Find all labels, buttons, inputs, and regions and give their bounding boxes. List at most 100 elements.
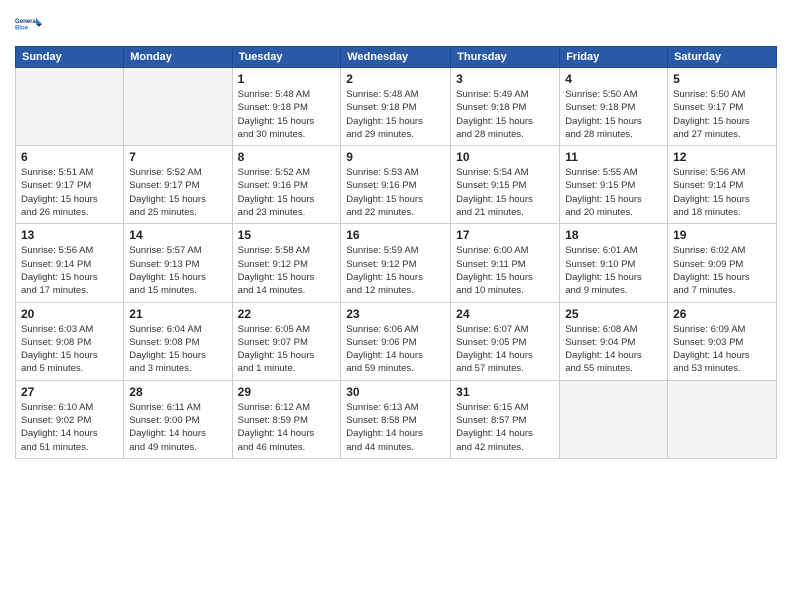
calendar-day-cell <box>560 380 668 458</box>
calendar-day-cell: 4 Sunrise: 5:50 AM Sunset: 9:18 PM Daylig… <box>560 68 668 146</box>
logo-icon: GeneralBlue <box>15 10 43 38</box>
day-number: 28 <box>129 385 226 399</box>
day-number: 25 <box>565 307 662 321</box>
day-info: Sunrise: 6:11 AM Sunset: 9:00 PM Dayligh… <box>129 401 226 454</box>
day-number: 19 <box>673 228 771 242</box>
day-number: 10 <box>456 150 554 164</box>
day-number: 13 <box>21 228 118 242</box>
calendar-day-cell: 29 Sunrise: 6:12 AM Sunset: 8:59 PM Dayli… <box>232 380 341 458</box>
weekday-header: Wednesday <box>341 47 451 68</box>
day-info: Sunrise: 6:03 AM Sunset: 9:08 PM Dayligh… <box>21 323 118 376</box>
weekday-header: Sunday <box>16 47 124 68</box>
calendar-day-cell: 21 Sunrise: 6:04 AM Sunset: 9:08 PM Dayli… <box>124 302 232 380</box>
calendar-day-cell: 11 Sunrise: 5:55 AM Sunset: 9:15 PM Dayli… <box>560 146 668 224</box>
calendar-day-cell: 12Sunrise: 5:56 AM Sunset: 9:14 PM Dayli… <box>668 146 777 224</box>
day-info: Sunrise: 5:48 AM Sunset: 9:18 PM Dayligh… <box>346 88 445 141</box>
calendar-week-row: 27Sunrise: 6:10 AM Sunset: 9:02 PM Dayli… <box>16 380 777 458</box>
day-info: Sunrise: 5:50 AM Sunset: 9:18 PM Dayligh… <box>565 88 662 141</box>
day-info: Sunrise: 6:00 AM Sunset: 9:11 PM Dayligh… <box>456 244 554 297</box>
calendar-day-cell: 10 Sunrise: 5:54 AM Sunset: 9:15 PM Dayli… <box>451 146 560 224</box>
day-info: Sunrise: 6:04 AM Sunset: 9:08 PM Dayligh… <box>129 323 226 376</box>
calendar-day-cell: 15 Sunrise: 5:58 AM Sunset: 9:12 PM Dayli… <box>232 224 341 302</box>
header: GeneralBlue <box>15 10 777 38</box>
calendar-day-cell: 9 Sunrise: 5:53 AM Sunset: 9:16 PM Daylig… <box>341 146 451 224</box>
day-info: Sunrise: 5:58 AM Sunset: 9:12 PM Dayligh… <box>238 244 336 297</box>
calendar-table: SundayMondayTuesdayWednesdayThursdayFrid… <box>15 46 777 459</box>
day-info: Sunrise: 5:50 AM Sunset: 9:17 PM Dayligh… <box>673 88 771 141</box>
weekday-header: Monday <box>124 47 232 68</box>
calendar-day-cell: 26Sunrise: 6:09 AM Sunset: 9:03 PM Dayli… <box>668 302 777 380</box>
day-info: Sunrise: 6:01 AM Sunset: 9:10 PM Dayligh… <box>565 244 662 297</box>
day-info: Sunrise: 6:05 AM Sunset: 9:07 PM Dayligh… <box>238 323 336 376</box>
calendar-container: GeneralBlue SundayMondayTuesdayWednesday… <box>0 0 792 612</box>
day-number: 15 <box>238 228 336 242</box>
day-number: 22 <box>238 307 336 321</box>
day-info: Sunrise: 6:13 AM Sunset: 8:58 PM Dayligh… <box>346 401 445 454</box>
day-number: 1 <box>238 72 336 86</box>
svg-text:Blue: Blue <box>15 26 29 32</box>
calendar-day-cell: 1 Sunrise: 5:48 AM Sunset: 9:18 PM Daylig… <box>232 68 341 146</box>
day-number: 21 <box>129 307 226 321</box>
calendar-day-cell: 27Sunrise: 6:10 AM Sunset: 9:02 PM Dayli… <box>16 380 124 458</box>
calendar-day-cell: 20Sunrise: 6:03 AM Sunset: 9:08 PM Dayli… <box>16 302 124 380</box>
calendar-week-row: 20Sunrise: 6:03 AM Sunset: 9:08 PM Dayli… <box>16 302 777 380</box>
calendar-week-row: 1 Sunrise: 5:48 AM Sunset: 9:18 PM Daylig… <box>16 68 777 146</box>
day-number: 2 <box>346 72 445 86</box>
day-number: 9 <box>346 150 445 164</box>
calendar-day-cell: 30 Sunrise: 6:13 AM Sunset: 8:58 PM Dayli… <box>341 380 451 458</box>
day-info: Sunrise: 5:51 AM Sunset: 9:17 PM Dayligh… <box>21 166 118 219</box>
day-number: 31 <box>456 385 554 399</box>
day-number: 16 <box>346 228 445 242</box>
weekday-header: Tuesday <box>232 47 341 68</box>
weekday-header: Friday <box>560 47 668 68</box>
day-number: 24 <box>456 307 554 321</box>
day-info: Sunrise: 6:15 AM Sunset: 8:57 PM Dayligh… <box>456 401 554 454</box>
day-number: 23 <box>346 307 445 321</box>
calendar-day-cell: 24 Sunrise: 6:07 AM Sunset: 9:05 PM Dayli… <box>451 302 560 380</box>
calendar-day-cell: 23Sunrise: 6:06 AM Sunset: 9:06 PM Dayli… <box>341 302 451 380</box>
calendar-week-row: 13 Sunrise: 5:56 AM Sunset: 9:14 PM Dayli… <box>16 224 777 302</box>
calendar-day-cell: 3Sunrise: 5:49 AM Sunset: 9:18 PM Daylig… <box>451 68 560 146</box>
calendar-day-cell: 22 Sunrise: 6:05 AM Sunset: 9:07 PM Dayli… <box>232 302 341 380</box>
day-number: 5 <box>673 72 771 86</box>
calendar-day-cell: 13 Sunrise: 5:56 AM Sunset: 9:14 PM Dayli… <box>16 224 124 302</box>
day-number: 4 <box>565 72 662 86</box>
day-info: Sunrise: 6:10 AM Sunset: 9:02 PM Dayligh… <box>21 401 118 454</box>
day-info: Sunrise: 6:12 AM Sunset: 8:59 PM Dayligh… <box>238 401 336 454</box>
svg-text:General: General <box>15 19 38 25</box>
calendar-day-cell: 18 Sunrise: 6:01 AM Sunset: 9:10 PM Dayli… <box>560 224 668 302</box>
day-info: Sunrise: 5:57 AM Sunset: 9:13 PM Dayligh… <box>129 244 226 297</box>
calendar-day-cell <box>668 380 777 458</box>
logo: GeneralBlue <box>15 10 43 38</box>
calendar-day-cell: 31 Sunrise: 6:15 AM Sunset: 8:57 PM Dayli… <box>451 380 560 458</box>
day-info: Sunrise: 5:56 AM Sunset: 9:14 PM Dayligh… <box>21 244 118 297</box>
day-info: Sunrise: 5:52 AM Sunset: 9:17 PM Dayligh… <box>129 166 226 219</box>
day-info: Sunrise: 6:02 AM Sunset: 9:09 PM Dayligh… <box>673 244 771 297</box>
day-info: Sunrise: 6:07 AM Sunset: 9:05 PM Dayligh… <box>456 323 554 376</box>
day-info: Sunrise: 5:53 AM Sunset: 9:16 PM Dayligh… <box>346 166 445 219</box>
calendar-header-row: SundayMondayTuesdayWednesdayThursdayFrid… <box>16 47 777 68</box>
weekday-header: Saturday <box>668 47 777 68</box>
day-info: Sunrise: 5:54 AM Sunset: 9:15 PM Dayligh… <box>456 166 554 219</box>
day-info: Sunrise: 5:52 AM Sunset: 9:16 PM Dayligh… <box>238 166 336 219</box>
day-number: 18 <box>565 228 662 242</box>
day-number: 6 <box>21 150 118 164</box>
day-info: Sunrise: 5:56 AM Sunset: 9:14 PM Dayligh… <box>673 166 771 219</box>
day-info: Sunrise: 6:09 AM Sunset: 9:03 PM Dayligh… <box>673 323 771 376</box>
calendar-day-cell: 19 Sunrise: 6:02 AM Sunset: 9:09 PM Dayli… <box>668 224 777 302</box>
day-number: 14 <box>129 228 226 242</box>
day-number: 11 <box>565 150 662 164</box>
day-number: 30 <box>346 385 445 399</box>
day-info: Sunrise: 5:55 AM Sunset: 9:15 PM Dayligh… <box>565 166 662 219</box>
calendar-day-cell: 7 Sunrise: 5:52 AM Sunset: 9:17 PM Daylig… <box>124 146 232 224</box>
weekday-header: Thursday <box>451 47 560 68</box>
calendar-week-row: 6 Sunrise: 5:51 AM Sunset: 9:17 PM Daylig… <box>16 146 777 224</box>
calendar-day-cell <box>124 68 232 146</box>
calendar-day-cell: 6 Sunrise: 5:51 AM Sunset: 9:17 PM Daylig… <box>16 146 124 224</box>
day-number: 7 <box>129 150 226 164</box>
calendar-day-cell: 5 Sunrise: 5:50 AM Sunset: 9:17 PM Daylig… <box>668 68 777 146</box>
day-number: 29 <box>238 385 336 399</box>
day-info: Sunrise: 5:59 AM Sunset: 9:12 PM Dayligh… <box>346 244 445 297</box>
day-number: 8 <box>238 150 336 164</box>
day-info: Sunrise: 5:48 AM Sunset: 9:18 PM Dayligh… <box>238 88 336 141</box>
